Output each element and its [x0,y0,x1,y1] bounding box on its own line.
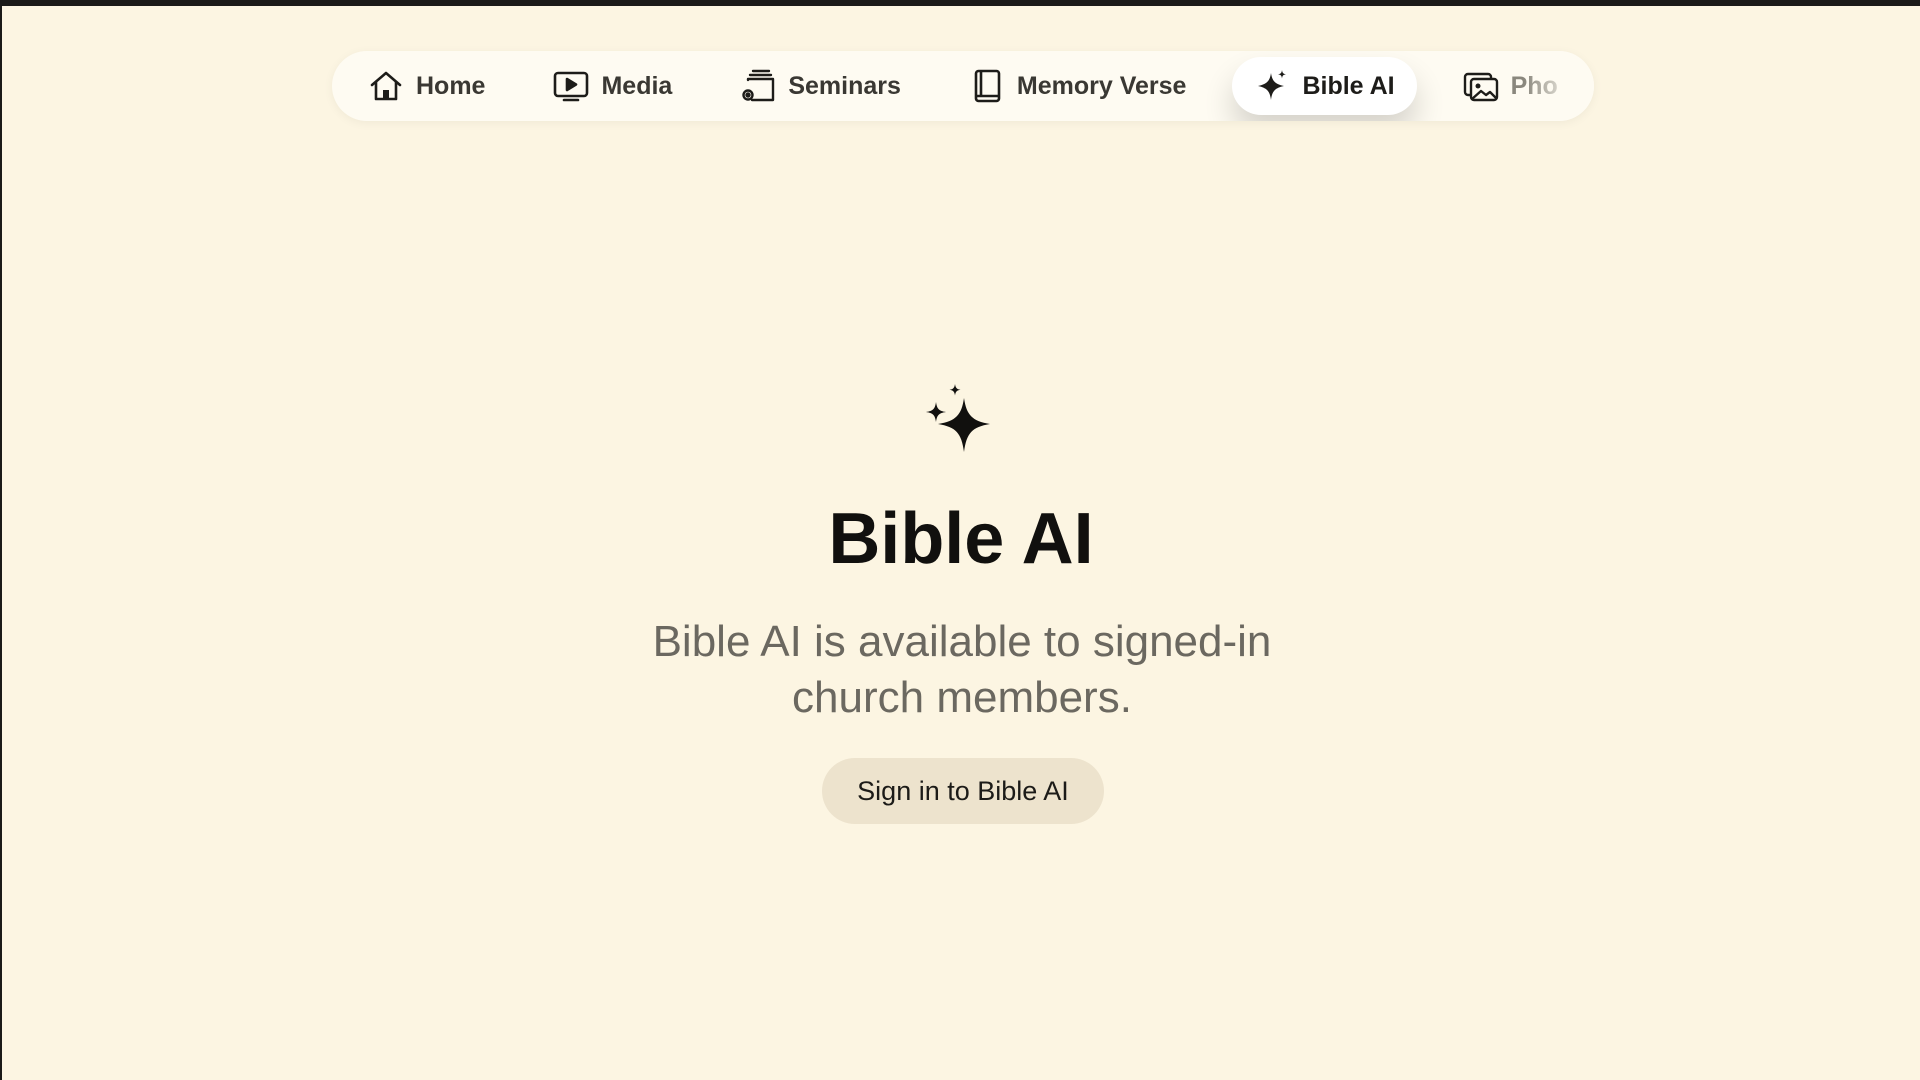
nav-label-seminars: Seminars [788,71,901,100]
nav-item-media[interactable]: Media [531,57,694,115]
nav-label-memory-verse: Memory Verse [1016,71,1187,100]
nav-label-home: Home [416,71,486,100]
nav-item-memory-verse[interactable]: Memory Verse [947,57,1209,115]
nav-label-bible-ai: Bible AI [1302,71,1395,100]
home-icon [368,68,404,104]
nav-item-photos[interactable]: Pho [1441,57,1580,115]
play-icon [553,68,589,104]
book-icon [969,68,1005,104]
seminars-icon [740,68,776,104]
sparkle-icon [1254,68,1290,104]
nav-label-photos: Pho [1510,71,1558,100]
nav-item-home[interactable]: Home [346,57,507,115]
nav-item-bible-ai[interactable]: Bible AI [1232,57,1417,115]
photos-icon [1463,68,1499,104]
sparkles-icon [922,376,1002,462]
page-subtitle: Bible AI is available to signed-in churc… [652,617,1272,722]
page-title: Bible AI [828,499,1094,579]
nav-label-media: Media [601,71,673,100]
app-window: Home Media Seminars Memory Verse Bible A… [2,6,1920,1080]
sign-in-button[interactable]: Sign in to Bible AI [822,758,1104,824]
top-nav: Home Media Seminars Memory Verse Bible A… [332,51,1594,121]
nav-item-seminars[interactable]: Seminars [718,57,923,115]
